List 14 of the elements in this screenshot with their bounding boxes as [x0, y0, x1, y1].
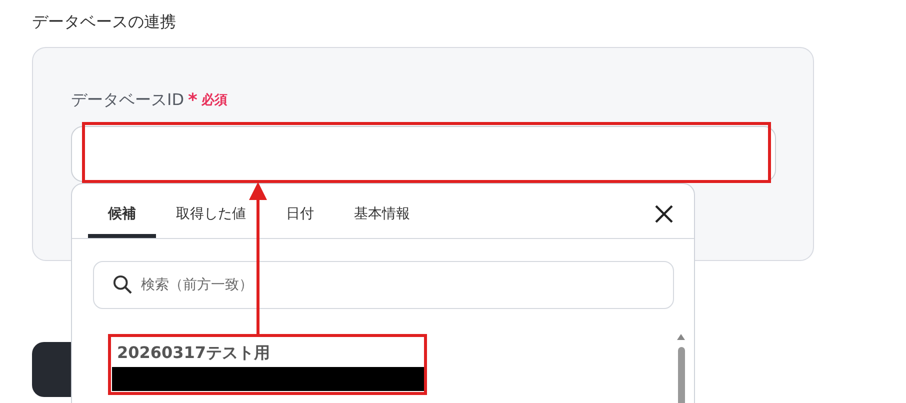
tab[interactable]: 基本情報: [354, 204, 410, 224]
required-mark: *: [188, 90, 198, 110]
tab[interactable]: 取得した値: [176, 204, 246, 224]
scroll-up-icon[interactable]: [676, 333, 686, 341]
tab[interactable]: 日付: [286, 204, 314, 224]
tab[interactable]: 候補: [88, 184, 156, 238]
section-title: データベースの連携: [32, 12, 176, 33]
scrollbar-thumb[interactable]: [678, 347, 684, 403]
search-field[interactable]: 検索（前方一致）: [93, 261, 674, 309]
close-icon[interactable]: [654, 204, 674, 224]
field-label: データベースID: [71, 90, 184, 110]
option-item[interactable]: 20260317テスト用: [112, 339, 424, 367]
required-label: 必須: [201, 92, 228, 109]
search-icon: [113, 275, 132, 294]
